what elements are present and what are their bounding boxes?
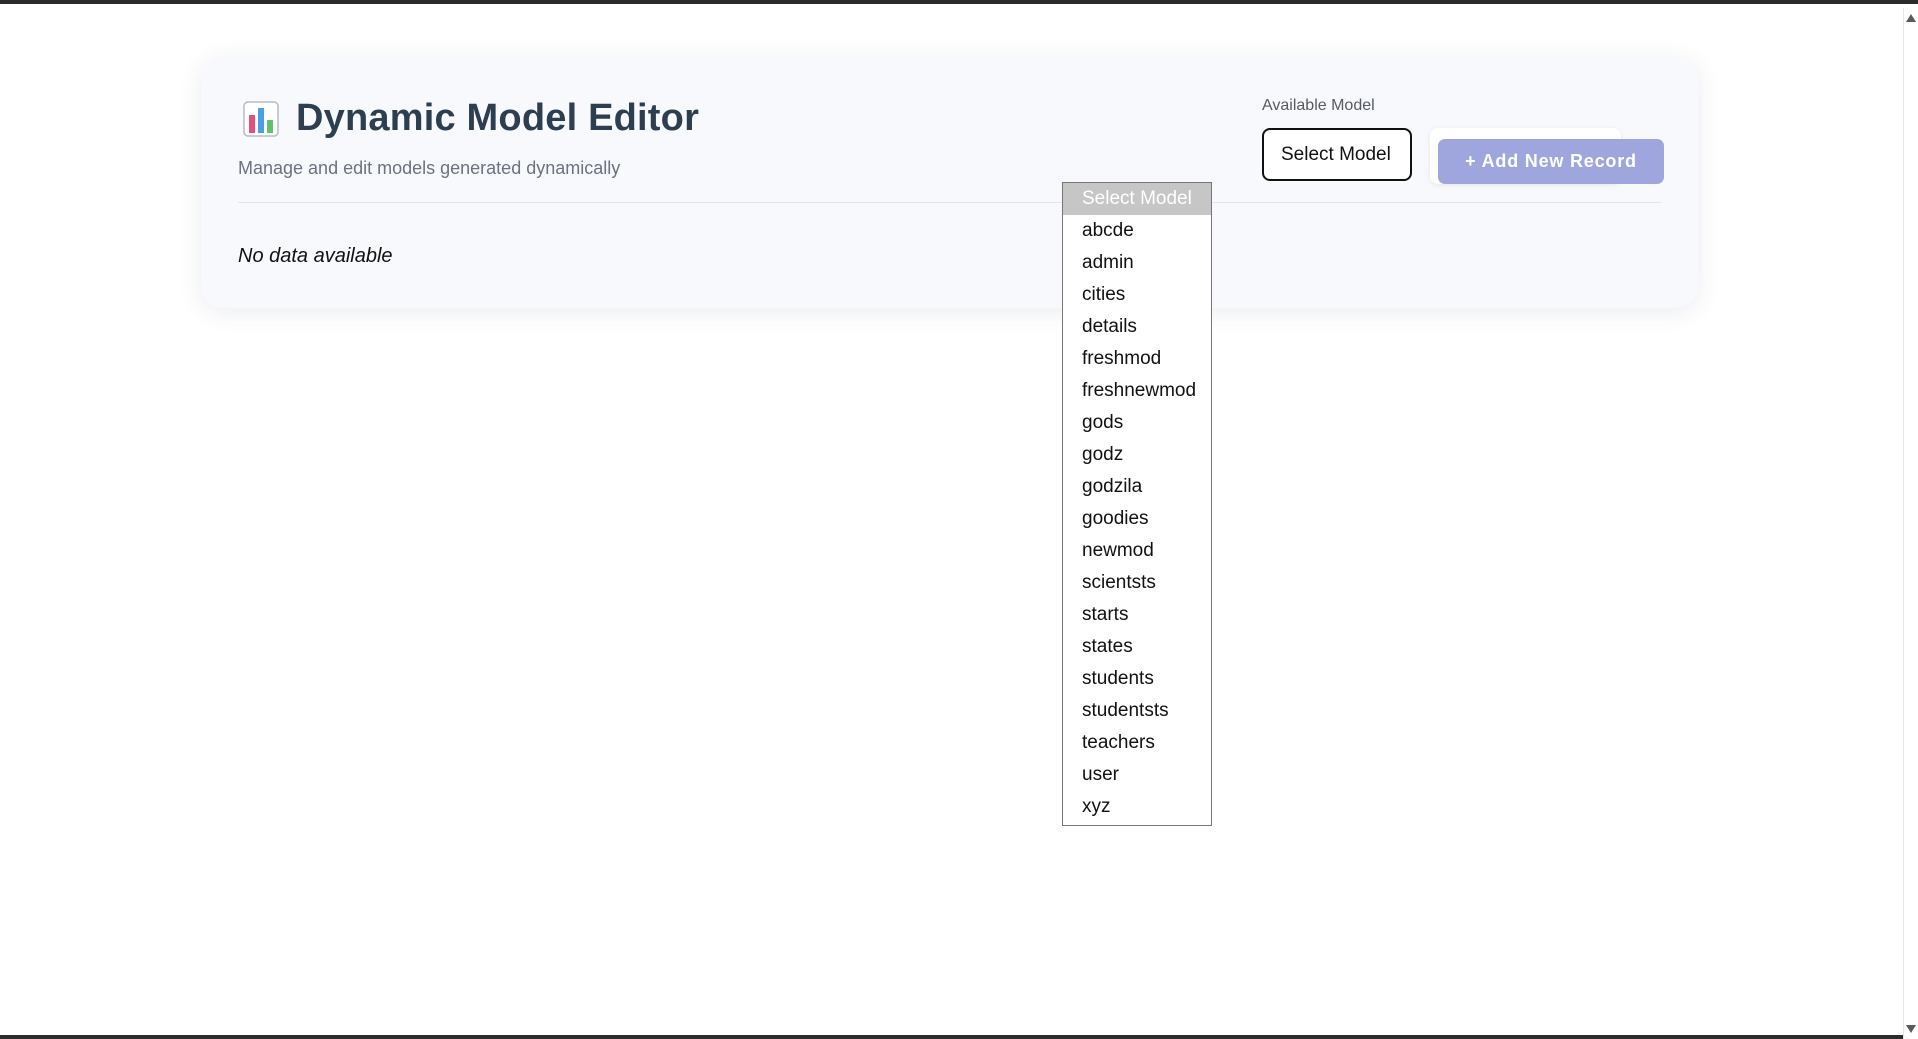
page-subtitle: Manage and edit models generated dynamic… [238,158,621,178]
dropdown-option[interactable]: teachers [1063,727,1211,759]
dropdown-option[interactable]: scientsts [1063,567,1211,599]
page-scrollbar[interactable] [1903,8,1918,1039]
title-row: Dynamic Model Editor [243,97,699,140]
add-new-record-button[interactable]: + Add New Record [1438,139,1664,184]
dropdown-option[interactable]: newmod [1063,535,1211,567]
bar-chart-icon [243,100,279,137]
dropdown-option[interactable]: cities [1063,279,1211,311]
dropdown-option[interactable]: goodies [1063,503,1211,535]
scroll-up-arrow-icon[interactable] [1906,14,1916,22]
dropdown-option[interactable]: abcde [1063,215,1211,247]
dropdown-option[interactable]: starts [1063,599,1211,631]
dropdown-option[interactable]: xyz [1063,791,1211,823]
dropdown-option[interactable]: gods [1063,407,1211,439]
dropdown-option[interactable]: godzila [1063,471,1211,503]
dropdown-option[interactable]: students [1063,663,1211,695]
dropdown-option[interactable]: freshmod [1063,343,1211,375]
browser-viewport: Dynamic Model Editor Manage and edit mod… [0,0,1918,1039]
editor-card: Dynamic Model Editor Manage and edit mod… [201,57,1698,308]
scroll-down-arrow-icon[interactable] [1906,1025,1916,1033]
divider [238,202,1661,203]
dropdown-option[interactable]: states [1063,631,1211,663]
dropdown-option[interactable]: studentsts [1063,695,1211,727]
dropdown-option[interactable]: details [1063,311,1211,343]
model-dropdown-list[interactable]: Select Model abcde admin cities details fresh… [1062,182,1212,826]
dropdown-option[interactable]: admin [1063,247,1211,279]
model-select[interactable]: Select Model [1262,128,1412,181]
dropdown-option[interactable]: Select Model [1063,183,1211,215]
dropdown-option[interactable]: freshnewmod [1063,375,1211,407]
page-title: Dynamic Model Editor [296,97,700,139]
dropdown-option[interactable]: godz [1063,439,1211,471]
dropdown-option[interactable]: user [1063,759,1211,791]
empty-state-message: No data available [238,245,393,267]
model-select-label: Available Model [1262,97,1375,114]
